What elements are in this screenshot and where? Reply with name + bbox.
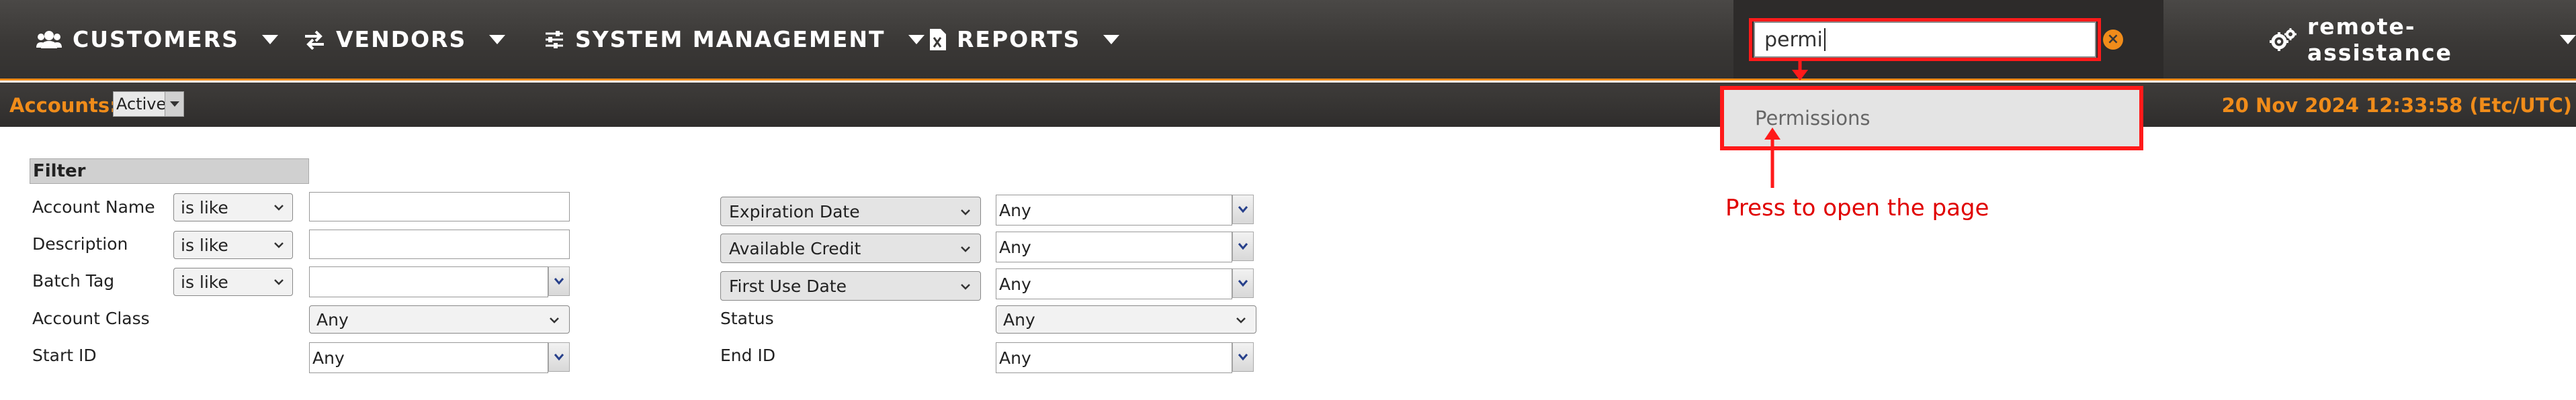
chevron-down-icon[interactable]	[1232, 195, 1254, 224]
operator-value: is like	[181, 197, 228, 217]
batch-tag-combo[interactable]	[309, 266, 571, 297]
server-datetime: 20 Nov 2024 12:33:58 (Etc/UTC)	[2221, 94, 2572, 117]
available-credit-input[interactable]: Any	[996, 232, 1232, 262]
caret-down-icon	[489, 34, 506, 44]
expiration-date-combo[interactable]: Any	[996, 195, 1258, 226]
chevron-down-icon[interactable]	[1232, 342, 1254, 372]
suggestion-label: Permissions	[1755, 107, 1871, 130]
first-use-date-field-select[interactable]: First Use Date	[720, 271, 981, 301]
chevron-down-icon	[273, 274, 284, 294]
chevron-down-icon[interactable]	[548, 342, 570, 372]
available-credit-combo[interactable]: Any	[996, 232, 1258, 262]
first-use-date-combo[interactable]: Any	[996, 268, 1258, 299]
sliders-icon	[544, 30, 564, 50]
batch-tag-operator-select[interactable]: is like	[173, 268, 293, 296]
account-status-select[interactable]: Active	[113, 91, 184, 117]
search-highlight-frame	[1749, 18, 2101, 61]
account-name-operator-select[interactable]: is like	[173, 193, 293, 221]
status-value: Any	[1003, 309, 1035, 330]
chevron-down-icon[interactable]	[1232, 232, 1254, 261]
chevron-down-icon	[273, 199, 284, 219]
nav-system-management[interactable]: SYSTEM MANAGEMENT	[544, 0, 925, 79]
description-input[interactable]	[309, 230, 570, 259]
field-select-value: Expiration Date	[729, 201, 860, 221]
account-class-select[interactable]: Any	[309, 305, 570, 334]
filter-label-batch-tag: Batch Tag	[32, 271, 115, 291]
nav-reports-label: REPORTS	[957, 26, 1081, 52]
chevron-down-icon	[1236, 312, 1246, 332]
filter-label-end-id: End ID	[720, 346, 776, 365]
annotation-arrow-down	[1792, 58, 1808, 81]
account-class-value: Any	[316, 309, 349, 330]
nav-customers-label: CUSTOMERS	[73, 26, 239, 52]
clear-icon[interactable]: ×	[2103, 30, 2123, 50]
status-select[interactable]: Any	[996, 305, 1256, 334]
account-status-bar	[0, 83, 2576, 127]
expiration-date-field-select[interactable]: Expiration Date	[720, 197, 981, 226]
nav-reports[interactable]: REPORTS	[930, 0, 1120, 79]
filter-label-account-class: Account Class	[32, 309, 150, 328]
file-excel-icon	[930, 28, 946, 50]
users-icon	[36, 30, 62, 50]
chevron-down-icon	[960, 279, 971, 299]
caret-down-icon	[908, 34, 925, 44]
chevron-down-icon	[273, 237, 284, 257]
exchange-icon	[304, 30, 325, 50]
start-id-combo[interactable]: Any	[309, 342, 571, 373]
account-name-input[interactable]	[309, 192, 570, 221]
batch-tag-input[interactable]	[309, 266, 548, 297]
filter-label-account-name: Account Name	[32, 197, 155, 217]
gears-icon	[2270, 28, 2296, 51]
chevron-down-icon[interactable]	[1232, 268, 1254, 298]
first-use-date-input[interactable]: Any	[996, 268, 1232, 299]
annotation-arrow-up	[1764, 128, 1780, 188]
caret-down-icon	[2560, 34, 2576, 44]
chevron-down-icon	[549, 312, 560, 332]
operator-value: is like	[181, 272, 228, 292]
operator-value: is like	[181, 235, 228, 255]
account-status-value: Active	[116, 95, 167, 113]
nav-vendors-label: VENDORS	[336, 26, 467, 52]
end-id-input[interactable]: Any	[996, 342, 1232, 373]
annotation-text: Press to open the page	[1725, 195, 1989, 221]
description-operator-select[interactable]: is like	[173, 231, 293, 259]
filter-label-status: Status	[720, 309, 774, 328]
nav-vendors[interactable]: VENDORS	[304, 0, 506, 79]
chevron-down-icon	[960, 241, 971, 261]
caret-down-icon	[1103, 34, 1120, 44]
caret-down-icon	[165, 92, 183, 116]
start-id-input[interactable]: Any	[309, 342, 548, 373]
nav-customers[interactable]: CUSTOMERS	[36, 0, 278, 79]
nav-user-menu[interactable]: remote-assistance	[2270, 0, 2576, 79]
expiration-date-input[interactable]: Any	[996, 195, 1232, 226]
suggestion-permissions[interactable]: Permissions	[1720, 86, 2143, 150]
chevron-down-icon[interactable]	[548, 266, 570, 296]
caret-down-icon	[261, 34, 278, 44]
field-select-value: Available Credit	[729, 238, 861, 258]
filter-label-start-id: Start ID	[32, 346, 97, 365]
accounts-label: Accounts:	[9, 94, 118, 117]
nav-system-label: SYSTEM MANAGEMENT	[575, 26, 886, 52]
filter-label-description: Description	[32, 234, 128, 254]
nav-user-label: remote-assistance	[2307, 13, 2452, 66]
chevron-down-icon	[960, 204, 971, 224]
filter-header: Filter	[30, 158, 309, 184]
end-id-combo[interactable]: Any	[996, 342, 1258, 373]
field-select-value: First Use Date	[729, 276, 847, 296]
available-credit-field-select[interactable]: Available Credit	[720, 234, 981, 263]
